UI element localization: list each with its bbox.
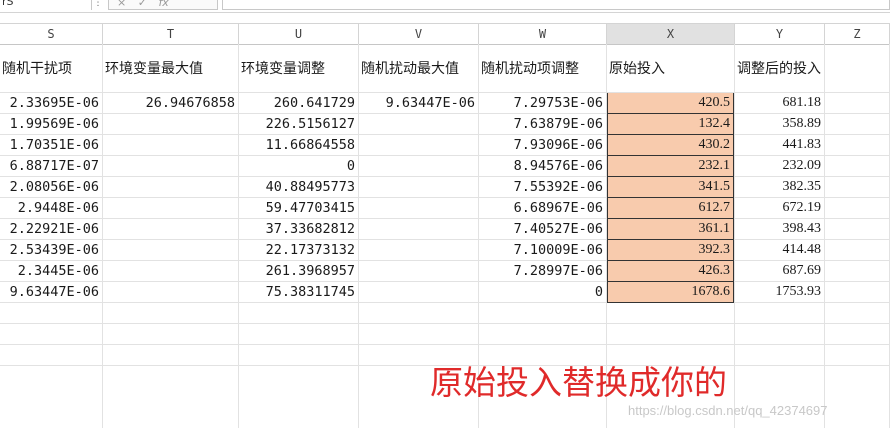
cell-w-row-1[interactable]: 7.29753E-06 [479, 93, 606, 114]
cell-y-row-8[interactable]: 414.48 [735, 240, 824, 261]
cell-v-row-3[interactable] [359, 135, 478, 156]
fx-icon[interactable]: fx [158, 0, 168, 9]
cell-t-row-8[interactable] [103, 240, 238, 261]
cell-u-row-1[interactable]: 260.641729 [239, 93, 358, 114]
cell-v-row-2[interactable] [359, 114, 478, 135]
name-box-dropdown-icon[interactable]: ⋮ [92, 0, 104, 8]
cell-y-row-9[interactable]: 687.69 [735, 261, 824, 282]
cell-y-row-10[interactable]: 1753.93 [735, 282, 824, 303]
column-header-s[interactable]: S [0, 24, 103, 44]
header-cell-u[interactable]: 环境变量调整 [241, 58, 359, 78]
cell-y-row-3[interactable]: 441.83 [735, 135, 824, 156]
cell-t-row-4[interactable] [103, 156, 238, 177]
cell-y-row-6[interactable]: 672.19 [735, 198, 824, 219]
cell-x-row-9[interactable]: 426.3 [607, 261, 734, 282]
header-cell-x[interactable]: 原始投入 [609, 58, 735, 78]
header-cell-v[interactable]: 随机扰动最大值 [361, 58, 479, 78]
cell-w-row-8[interactable]: 7.10009E-06 [479, 240, 606, 261]
cell-s-row-4[interactable]: 6.88717E-07 [0, 156, 102, 177]
cell-v-row-5[interactable] [359, 177, 478, 198]
cell-w-row-5[interactable]: 7.55392E-06 [479, 177, 606, 198]
cell-x-row-3[interactable]: 430.2 [607, 135, 734, 156]
column-header-w[interactable]: W [479, 24, 607, 44]
cell-t-row-6[interactable] [103, 198, 238, 219]
header-cell-y[interactable]: 调整后的投入 [737, 58, 825, 78]
cell-t-row-5[interactable] [103, 177, 238, 198]
column-header-v[interactable]: V [359, 24, 479, 44]
cell-w-row-10[interactable]: 0 [479, 282, 606, 303]
cell-y-row-4[interactable]: 232.09 [735, 156, 824, 177]
cell-t-row-2[interactable] [103, 114, 238, 135]
column-headers: S T U V W X Y Z [0, 23, 890, 45]
cell-s-row-9[interactable]: 2.3445E-06 [0, 261, 102, 282]
gridline-horizontal [0, 344, 890, 345]
cell-s-row-6[interactable]: 2.9448E-06 [0, 198, 102, 219]
cell-u-row-6[interactable]: 59.47703415 [239, 198, 358, 219]
cell-w-row-6[interactable]: 6.68967E-06 [479, 198, 606, 219]
cell-u-row-4[interactable]: 0 [239, 156, 358, 177]
cell-s-row-7[interactable]: 2.22921E-06 [0, 219, 102, 240]
cell-v-row-6[interactable] [359, 198, 478, 219]
cell-v-row-10[interactable] [359, 282, 478, 303]
cell-x-row-2[interactable]: 132.4 [607, 114, 734, 135]
cell-x-row-1[interactable]: 420.5 [607, 93, 734, 114]
cell-x-row-10[interactable]: 1678.6 [607, 282, 734, 303]
cell-y-row-2[interactable]: 358.89 [735, 114, 824, 135]
cell-s-row-2[interactable]: 1.99569E-06 [0, 114, 102, 135]
column-header-y[interactable]: Y [735, 24, 825, 44]
formula-buttons: × ✓ fx [108, 0, 218, 10]
confirm-icon[interactable]: ✓ [138, 0, 147, 9]
formula-bar: rS ⋮ × ✓ fx [0, 0, 890, 13]
cell-s-row-1[interactable]: 2.33695E-06 [0, 93, 102, 114]
header-cell-t[interactable]: 环境变量最大值 [105, 58, 239, 78]
column-header-u[interactable]: U [239, 24, 359, 44]
cell-u-row-5[interactable]: 40.88495773 [239, 177, 358, 198]
cell-w-row-7[interactable]: 7.40527E-06 [479, 219, 606, 240]
cell-w-row-3[interactable]: 7.93096E-06 [479, 135, 606, 156]
header-cell-w[interactable]: 随机扰动项调整 [481, 58, 607, 78]
cell-t-row-1[interactable]: 26.94676858 [103, 93, 238, 114]
cell-x-row-8[interactable]: 392.3 [607, 240, 734, 261]
cell-x-row-5[interactable]: 341.5 [607, 177, 734, 198]
column-header-t[interactable]: T [103, 24, 239, 44]
cell-v-row-7[interactable] [359, 219, 478, 240]
cell-w-row-4[interactable]: 8.94576E-06 [479, 156, 606, 177]
cell-t-row-3[interactable] [103, 135, 238, 156]
cell-s-row-3[interactable]: 1.70351E-06 [0, 135, 102, 156]
cancel-icon[interactable]: × [117, 0, 126, 9]
cell-x-row-7[interactable]: 361.1 [607, 219, 734, 240]
column-header-z[interactable]: Z [825, 24, 890, 44]
header-cell-s[interactable]: 随机干扰项 [2, 58, 103, 78]
cell-u-row-3[interactable]: 11.66864558 [239, 135, 358, 156]
gridline-horizontal [0, 323, 890, 324]
cell-v-row-4[interactable] [359, 156, 478, 177]
column-header-x[interactable]: X [607, 24, 735, 44]
cell-s-row-10[interactable]: 9.63447E-06 [0, 282, 102, 303]
cell-t-row-7[interactable] [103, 219, 238, 240]
cell-u-row-8[interactable]: 22.17373132 [239, 240, 358, 261]
cell-y-row-7[interactable]: 398.43 [735, 219, 824, 240]
cell-v-row-9[interactable] [359, 261, 478, 282]
cell-s-row-8[interactable]: 2.53439E-06 [0, 240, 102, 261]
cell-y-row-5[interactable]: 382.35 [735, 177, 824, 198]
name-box[interactable]: rS [0, 0, 92, 10]
formula-input[interactable] [222, 0, 890, 10]
cell-w-row-2[interactable]: 7.63879E-06 [479, 114, 606, 135]
cell-s-row-5[interactable]: 2.08056E-06 [0, 177, 102, 198]
cell-v-row-8[interactable] [359, 240, 478, 261]
watermark: https://blog.csdn.net/qq_42374697 [628, 403, 828, 418]
annotation-text: 原始投入替换成你的 [430, 363, 727, 402]
cell-t-row-9[interactable] [103, 261, 238, 282]
cell-w-row-9[interactable]: 7.28997E-06 [479, 261, 606, 282]
cell-y-row-1[interactable]: 681.18 [735, 93, 824, 114]
cell-x-row-6[interactable]: 612.7 [607, 198, 734, 219]
cell-t-row-10[interactable] [103, 282, 238, 303]
cell-u-row-7[interactable]: 37.33682812 [239, 219, 358, 240]
cell-u-row-9[interactable]: 261.3968957 [239, 261, 358, 282]
cell-x-row-4[interactable]: 232.1 [607, 156, 734, 177]
cell-u-row-2[interactable]: 226.5156127 [239, 114, 358, 135]
cell-v-row-1[interactable]: 9.63447E-06 [359, 93, 478, 114]
gridline-vertical [824, 44, 825, 428]
cell-u-row-10[interactable]: 75.38311745 [239, 282, 358, 303]
